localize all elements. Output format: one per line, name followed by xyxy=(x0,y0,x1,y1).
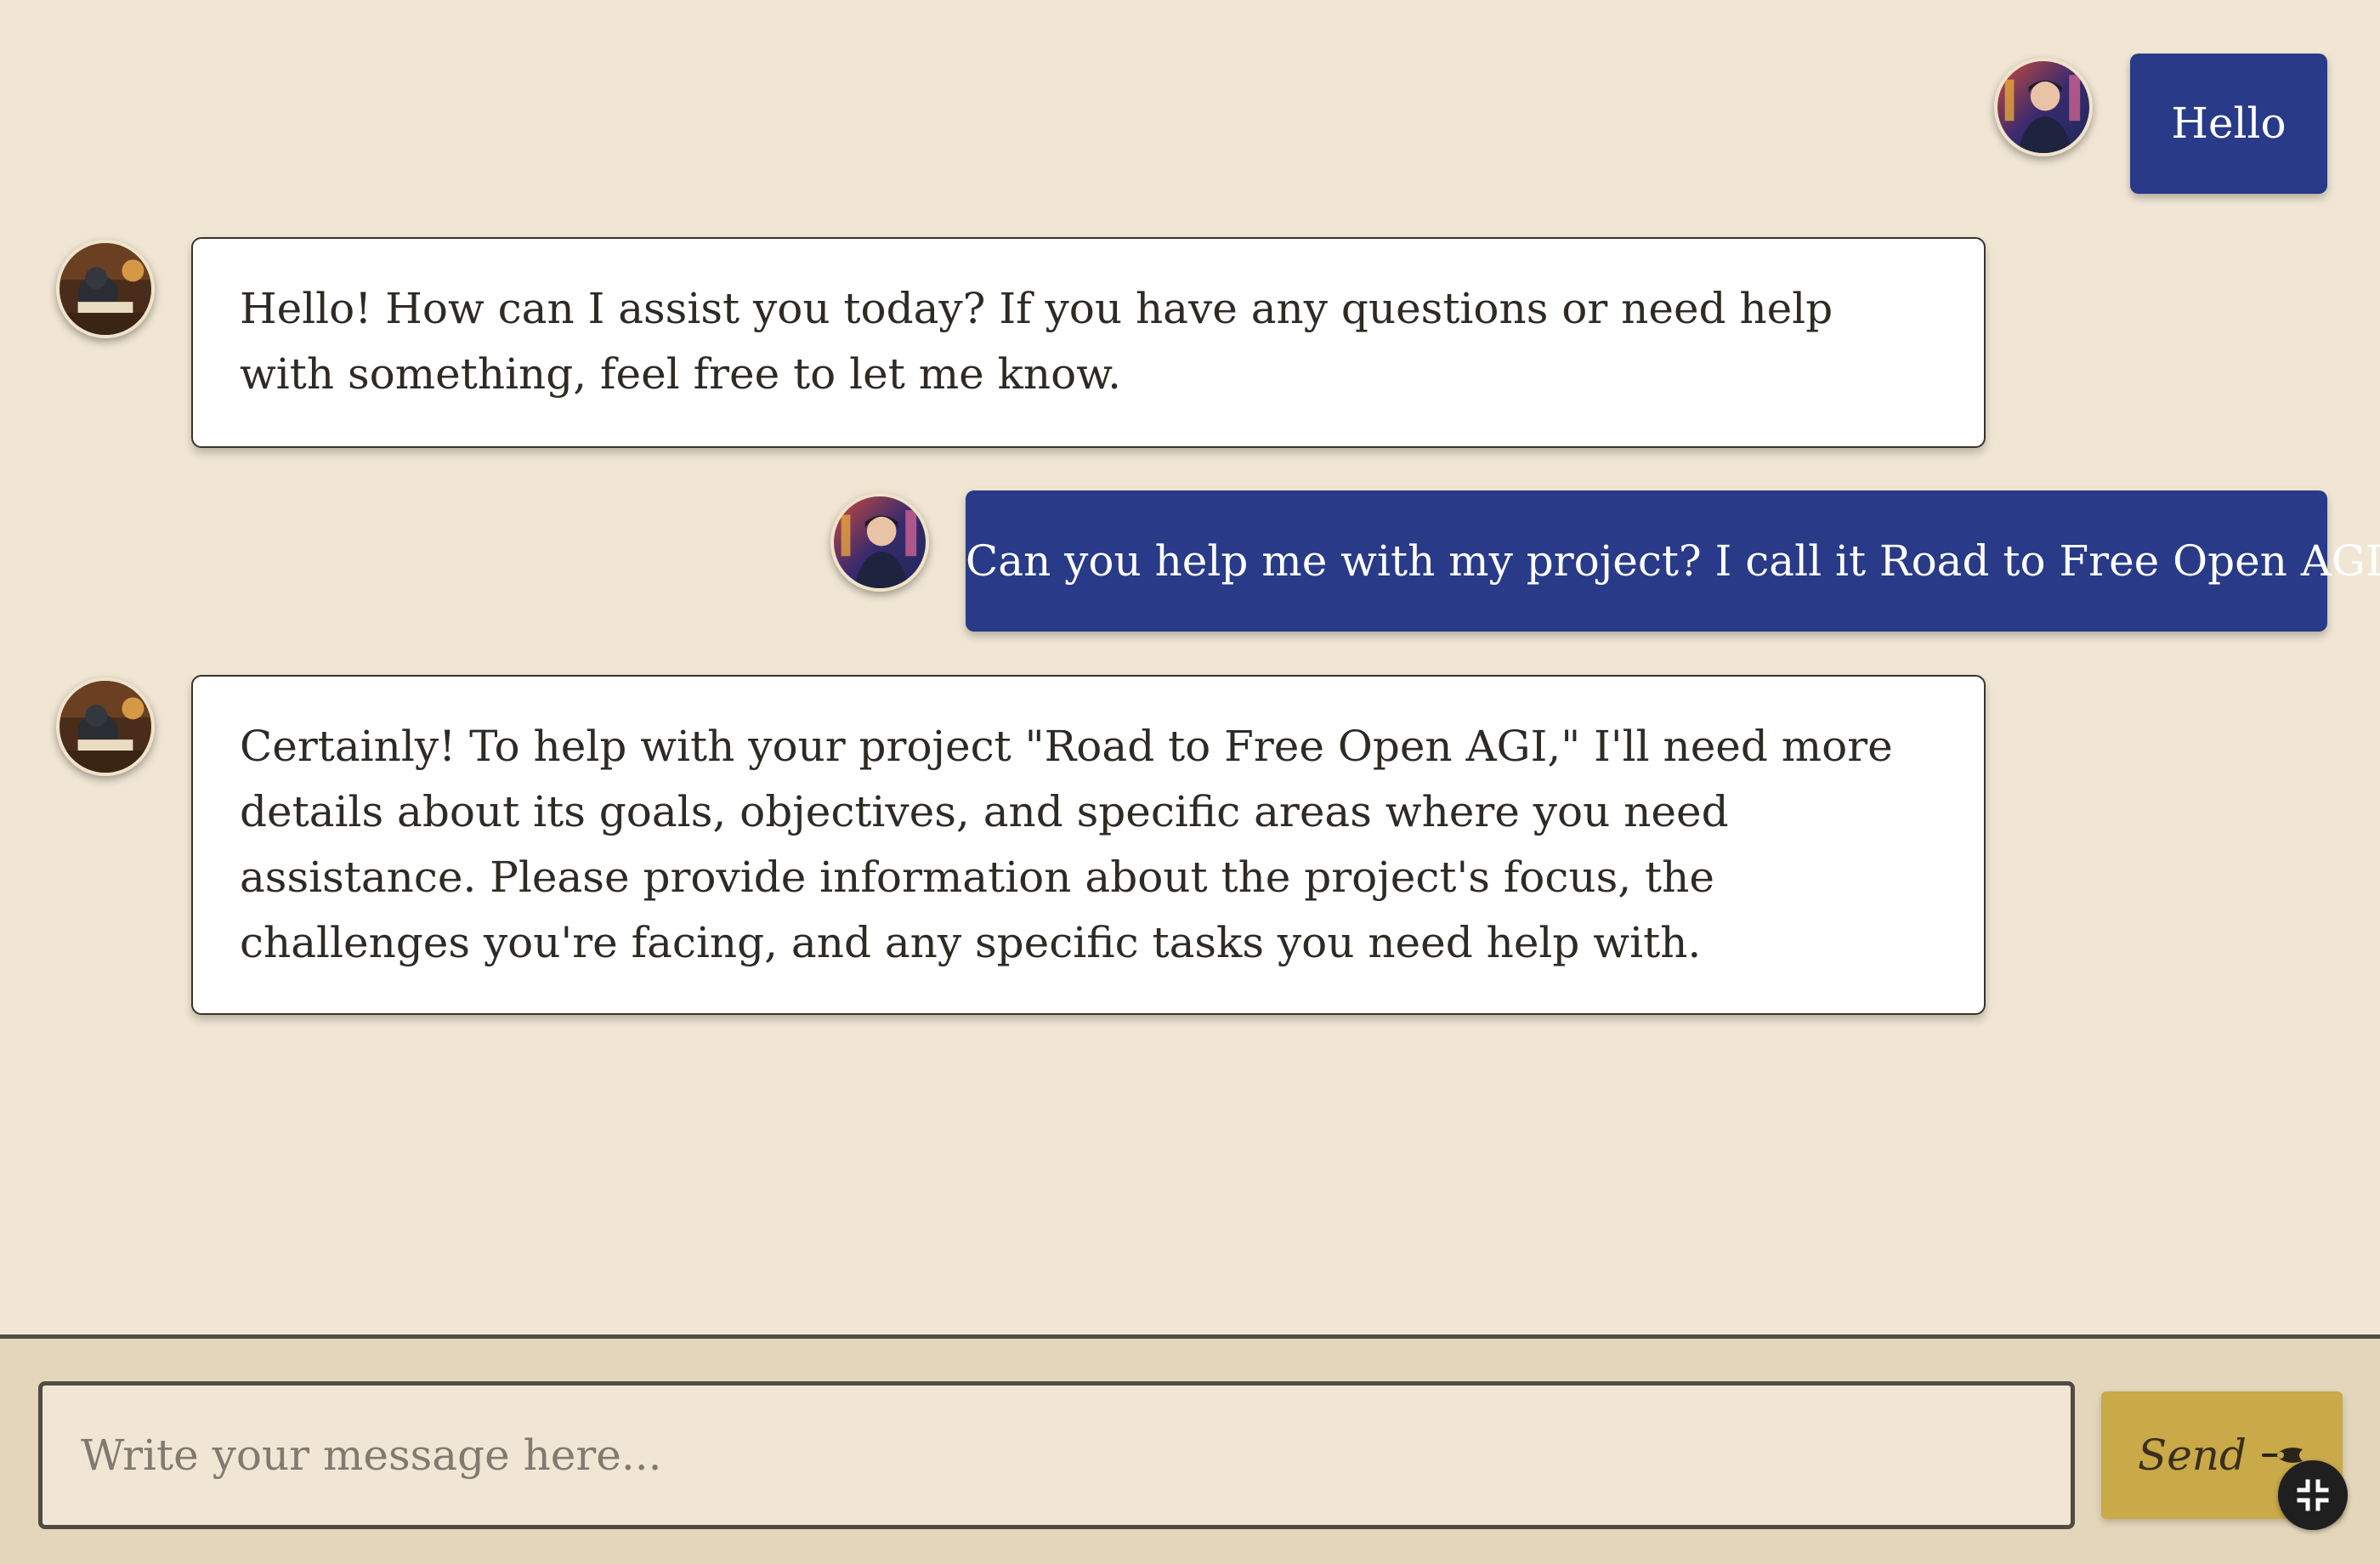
assistant-avatar xyxy=(56,677,155,776)
collapse-arrows-icon[interactable] xyxy=(2278,1460,2348,1530)
user-message-text: Can you help me with my project? I call … xyxy=(966,536,2380,586)
assistant-message-text: Certainly! To help with your project "Ro… xyxy=(240,722,1893,967)
assistant-avatar xyxy=(56,240,155,338)
chat-message-list: Hello Hello! How can I assist you today?… xyxy=(0,0,2380,1334)
assistant-message-bubble: Certainly! To help with your project "Ro… xyxy=(191,675,1986,1015)
message-input[interactable] xyxy=(38,1381,2075,1529)
send-button-label: Send xyxy=(2137,1431,2247,1480)
composer-bar: Send xyxy=(0,1334,2380,1564)
user-avatar xyxy=(1994,58,2093,156)
user-message-text: Hello xyxy=(2171,99,2286,148)
assistant-message-text: Hello! How can I assist you today? If yo… xyxy=(240,284,1833,399)
user-avatar xyxy=(830,493,929,592)
user-message-bubble: Hello xyxy=(2130,54,2327,194)
user-message-bubble: Can you help me with my project? I call … xyxy=(966,490,2380,632)
assistant-message-bubble: Hello! How can I assist you today? If yo… xyxy=(191,237,1986,448)
